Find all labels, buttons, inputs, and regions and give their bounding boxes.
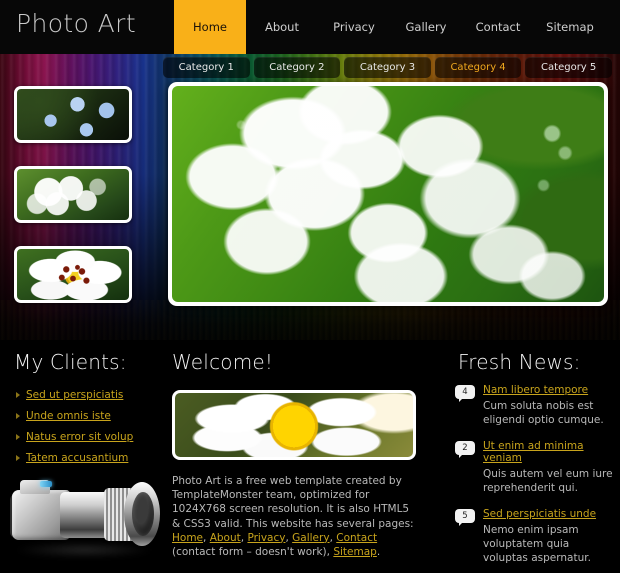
news-list: 4 Nam libero tempore Cum soluta nobis es… (455, 384, 615, 573)
camera-shadow (14, 542, 154, 558)
welcome-contact-note: (contact form – doesn't work), (172, 546, 334, 559)
sidebar-thumbnail-3[interactable] (14, 246, 132, 303)
client-link-row[interactable]: Sed ut perspiciatis (16, 384, 161, 405)
news-body: Nam libero tempore Cum soluta nobis est … (483, 384, 615, 427)
welcome-link-sitemap[interactable]: Sitemap (333, 546, 377, 558)
category-tab-1[interactable]: Category 1 (163, 57, 250, 78)
news-date-badge: 2 (455, 441, 475, 458)
arrow-bullet-icon (16, 454, 20, 461)
sidebar-thumbnail-2[interactable] (14, 166, 132, 223)
forget-me-not-photo (17, 89, 129, 140)
news-title-link[interactable]: Sed perspiciatis unde (483, 508, 615, 520)
welcome-image-frame[interactable] (172, 390, 416, 460)
news-item: 4 Nam libero tempore Cum soluta nobis es… (455, 384, 615, 427)
nav-item-privacy[interactable]: Privacy (318, 0, 390, 54)
camera-flash-window (40, 481, 52, 487)
text-separator: , (203, 531, 210, 544)
welcome-link-contact[interactable]: Contact (336, 532, 377, 544)
client-link-row[interactable]: Natus error sit volup (16, 426, 161, 447)
news-body: Ut enim ad minima veniam Quis autem vel … (483, 440, 615, 495)
category-tab-4[interactable]: Category 4 (434, 57, 522, 78)
client-link-row[interactable]: Unde omnis iste (16, 405, 161, 426)
category-tab-5[interactable]: Category 5 (525, 57, 612, 78)
news-description: Quis autem vel eum iure reprehenderit qu… (483, 468, 613, 494)
nav-label: Contact (475, 20, 521, 34)
category-tab-3[interactable]: Category 3 (344, 57, 431, 78)
rose-stamen-detail (17, 249, 129, 300)
camera-illustration (4, 468, 162, 568)
client-link-label: Natus error sit volup (26, 430, 134, 443)
arrow-bullet-icon (16, 391, 20, 398)
hero-blossom-photo (172, 86, 604, 302)
nav-item-contact[interactable]: Contact (462, 0, 534, 54)
camera-lens-glass (132, 492, 154, 536)
welcome-heading: Welcome! (172, 350, 274, 374)
site-logo[interactable]: Photo Art (16, 9, 136, 38)
hero-image-frame[interactable] (168, 82, 608, 306)
news-date-badge: 4 (455, 385, 475, 402)
nav-label: Privacy (333, 20, 375, 34)
nav-item-about[interactable]: About (246, 0, 318, 54)
news-description: Cum soluta nobis est eligendi optio cumq… (483, 400, 604, 426)
welcome-link-about[interactable]: About (210, 532, 241, 544)
sidebar-thumbnail-1[interactable] (14, 86, 132, 143)
nav-item-sitemap[interactable]: Sitemap (534, 0, 606, 54)
nav-label: Sitemap (546, 20, 594, 34)
arrow-bullet-icon (16, 433, 20, 440)
nav-label: Home (193, 20, 227, 34)
dog-rose-photo (17, 249, 129, 300)
client-link-label: Sed ut perspiciatis (26, 388, 124, 401)
news-body: Sed perspiciatis unde Nemo enim ipsam vo… (483, 508, 615, 565)
client-link-label: Unde omnis iste (26, 409, 111, 422)
welcome-body-prefix: Photo Art is a free web template created… (172, 475, 414, 530)
welcome-body-text: Photo Art is a free web template created… (172, 474, 420, 559)
nav-item-home[interactable]: Home (174, 0, 246, 54)
client-link-row[interactable]: Tatem accusantium (16, 447, 161, 468)
welcome-link-home[interactable]: Home (172, 532, 203, 544)
white-blossom-photo (17, 169, 129, 220)
arrow-bullet-icon (16, 412, 20, 419)
nav-label: Gallery (405, 20, 447, 34)
news-item: 5 Sed perspiciatis unde Nemo enim ipsam … (455, 508, 615, 565)
client-link-label: Tatem accusantium (26, 451, 129, 464)
daisy-photo (175, 393, 413, 457)
news-description: Nemo enim ipsam voluptatem quia voluptas… (483, 524, 591, 564)
clients-heading: My Clients: (14, 350, 127, 374)
category-tab-2[interactable]: Category 2 (253, 57, 341, 78)
clients-list: Sed ut perspiciatis Unde omnis iste Natu… (16, 384, 161, 468)
news-date-badge: 5 (455, 509, 475, 526)
welcome-body-suffix: . (376, 546, 381, 559)
news-heading: Fresh News: (458, 350, 581, 374)
nav-item-gallery[interactable]: Gallery (390, 0, 462, 54)
page-root: Photo Art Home About Privacy Gallery Con… (0, 0, 620, 573)
news-title-link[interactable]: Nam libero tempore (483, 384, 615, 396)
site-header: Photo Art Home About Privacy Gallery Con… (0, 0, 620, 54)
nav-label: About (264, 20, 299, 34)
category-tabs: Category 1 Category 2 Category 3 Categor… (163, 57, 612, 78)
welcome-link-gallery[interactable]: Gallery (292, 532, 329, 544)
news-item: 2 Ut enim ad minima veniam Quis autem ve… (455, 440, 615, 495)
main-navigation: Home About Privacy Gallery Contact Sitem… (174, 0, 606, 54)
welcome-link-privacy[interactable]: Privacy (247, 532, 285, 544)
news-title-link[interactable]: Ut enim ad minima veniam (483, 440, 615, 464)
